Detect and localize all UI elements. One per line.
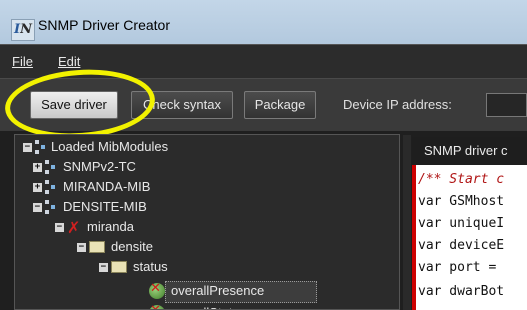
check-syntax-button[interactable]: Check syntax <box>131 91 233 119</box>
code-line: var dwarBot <box>418 284 505 299</box>
tree-label: densite <box>111 239 153 254</box>
toolbar: Save driver Check syntax Package Device … <box>0 78 527 131</box>
tree-label: Loaded MibModules <box>51 139 169 154</box>
app-logo-icon: IN <box>11 19 35 41</box>
title-bar: IN SNMP Driver Creator <box>0 0 527 44</box>
menu-edit[interactable]: Edit <box>58 54 80 69</box>
module-icon <box>45 200 57 214</box>
package-button[interactable]: Package <box>244 91 316 119</box>
expand-icon[interactable]: + <box>33 183 42 192</box>
tab-snmp-driver-code[interactable]: SNMP driver c <box>412 137 527 165</box>
tree-label: miranda <box>87 219 134 234</box>
module-icon <box>45 160 57 174</box>
mib-tree-panel[interactable]: − Loaded MibModules + SNMPv2-TC + MIRAND… <box>14 134 400 310</box>
collapse-icon[interactable]: − <box>33 203 42 212</box>
collapse-icon[interactable]: − <box>23 143 32 152</box>
module-icon <box>35 140 47 154</box>
tree-label: SNMPv2-TC <box>63 159 136 174</box>
folder-icon <box>111 261 127 273</box>
tree-label: overallStatus <box>171 303 246 309</box>
menu-bar: File Edit <box>0 44 527 79</box>
collapse-icon[interactable]: − <box>77 243 86 252</box>
error-cross-icon: ✗ <box>67 218 81 237</box>
code-line: /** Start c <box>418 172 505 187</box>
code-line: var GSMhost <box>418 194 505 209</box>
split-pane-divider[interactable] <box>403 135 411 310</box>
tree-label: MIRANDA-MIB <box>63 179 151 194</box>
folder-icon <box>89 241 105 253</box>
window-title: SNMP Driver Creator <box>38 17 170 33</box>
module-icon <box>45 180 57 194</box>
tree-label: overallPresence <box>171 283 265 298</box>
app-window: IN SNMP Driver Creator File Edit Save dr… <box>0 0 527 310</box>
leaf-error-icon <box>149 281 165 299</box>
code-line: var deviceE <box>418 238 505 253</box>
code-line: var port = <box>418 260 497 275</box>
collapse-icon[interactable]: − <box>99 263 108 272</box>
save-driver-button[interactable]: Save driver <box>30 91 118 119</box>
tree-label: status <box>133 259 168 274</box>
code-editor-panel[interactable]: SNMP driver c /** Start c var GSMhost va… <box>412 137 527 310</box>
device-ip-label: Device IP address: <box>343 97 452 112</box>
menu-file[interactable]: File <box>12 54 33 69</box>
expand-icon[interactable]: + <box>33 163 42 172</box>
device-ip-input[interactable] <box>486 93 527 117</box>
leaf-error-icon <box>149 303 165 309</box>
collapse-icon[interactable]: − <box>55 223 64 232</box>
error-gutter <box>412 165 416 310</box>
tree-label: DENSITE-MIB <box>63 199 147 214</box>
code-line: var uniqueI <box>418 216 505 231</box>
